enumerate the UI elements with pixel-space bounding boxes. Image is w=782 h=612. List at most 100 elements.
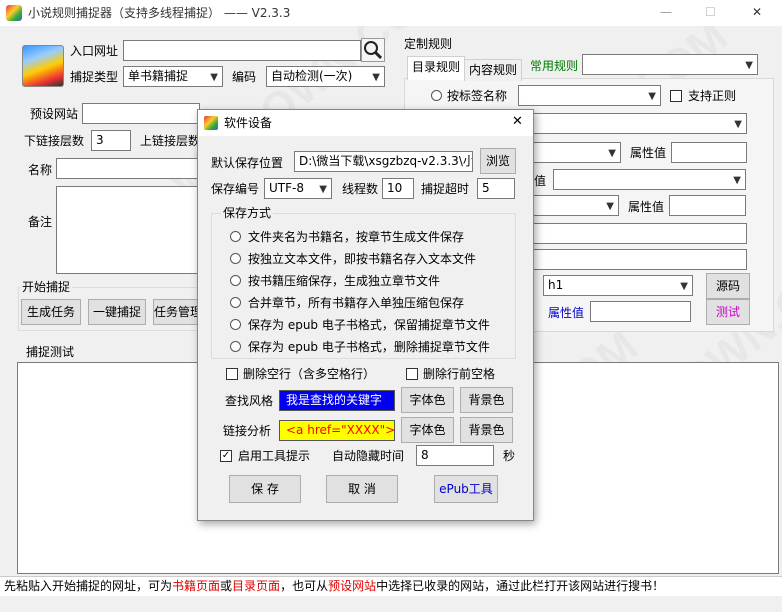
attr-value-input-3[interactable]	[590, 301, 691, 322]
h1-select[interactable]: h1 ▼	[543, 275, 693, 296]
rule-select-3[interactable]: ▼	[553, 169, 746, 190]
save-path-label: 默认保存位置	[211, 156, 284, 170]
browse-button[interactable]: 浏览	[480, 148, 516, 174]
rule-select-4[interactable]: ▼	[526, 195, 619, 216]
tag-name-label: 按标签名称	[447, 89, 508, 103]
chevron-down-icon: ▼	[210, 72, 218, 83]
save-mode-radio-5[interactable]	[230, 319, 241, 330]
tag-name-select[interactable]: ▼	[518, 85, 661, 106]
search-button[interactable]	[361, 38, 385, 62]
common-rules-select[interactable]: ▼	[582, 54, 758, 75]
rule-select-2[interactable]: ▼	[526, 142, 621, 163]
save-mode-option-5: 保存为 epub 电子书格式，保留捕捉章节文件	[248, 318, 490, 332]
dialog-title: 软件设备	[224, 116, 273, 130]
preset-site-input[interactable]	[82, 103, 200, 124]
save-mode-radio-2[interactable]	[230, 253, 241, 264]
delete-blank-lines-label: 删除空行（含多空格行）	[243, 367, 376, 381]
task-manager-button[interactable]: 任务管理	[153, 299, 203, 325]
attr-value-input-1[interactable]	[671, 142, 747, 163]
find-font-color-button[interactable]: 字体色	[401, 387, 454, 413]
tooltip-checkbox[interactable]: ✓	[220, 450, 232, 462]
down-depth-input[interactable]: 3	[91, 130, 131, 151]
regex-checkbox[interactable]	[670, 90, 682, 102]
attr-value-label-3: 属性值	[548, 306, 585, 320]
chevron-down-icon: ▼	[648, 91, 656, 102]
save-mode-option-4: 合并章节，所有书籍存入单独压缩包保存	[248, 296, 465, 310]
find-bg-color-button[interactable]: 背景色	[460, 387, 513, 413]
settings-dialog: 软件设备 ✕ 默认保存位置 D:\微当下载\xsgzbzq-v2.3.3\小说 …	[197, 109, 534, 521]
save-encoding-value: UTF-8	[269, 181, 304, 195]
regex-label: 支持正则	[688, 89, 737, 103]
chevron-down-icon: ▼	[606, 201, 614, 212]
save-button[interactable]: 保 存	[229, 475, 301, 503]
save-mode-radio-6[interactable]	[230, 341, 241, 352]
epub-tool-button[interactable]: ePub工具	[434, 475, 498, 503]
status-bar: 先粘贴入开始捕捉的网址，可为书籍页面或目录页面，也可从预设网站中选择已收录的网站…	[0, 576, 782, 596]
save-mode-radio-1[interactable]	[230, 231, 241, 242]
chevron-down-icon: ▼	[372, 72, 380, 83]
link-analysis-label: 链接分析	[223, 424, 272, 438]
rule-input-6[interactable]	[526, 249, 747, 270]
tab-common-rules[interactable]: 常用规则	[530, 59, 578, 73]
link-font-color-button[interactable]: 字体色	[401, 417, 454, 443]
auto-hide-input[interactable]: 8	[416, 445, 494, 466]
url-input[interactable]	[123, 40, 361, 61]
tag-name-radio[interactable]	[431, 90, 442, 101]
search-icon	[364, 41, 383, 60]
note-textarea[interactable]	[56, 186, 200, 274]
app-icon	[6, 5, 22, 21]
chevron-down-icon: ▼	[319, 184, 327, 195]
delete-blank-lines-checkbox[interactable]	[226, 368, 238, 380]
status-link-catalog-page[interactable]: 目录页面	[232, 579, 280, 593]
attr-value-label-2: 属性值	[628, 200, 665, 214]
save-path-input[interactable]: D:\微当下载\xsgzbzq-v2.3.3\小说	[294, 151, 473, 172]
source-code-button[interactable]: 源码	[706, 273, 750, 299]
encoding-select[interactable]: 自动检测(一次) ▼	[266, 66, 385, 87]
preset-site-label: 预设网站	[30, 107, 79, 121]
chevron-down-icon: ▼	[608, 148, 616, 159]
tab-catalog-rules[interactable]: 目录规则	[407, 56, 466, 80]
rule-input-5[interactable]	[526, 223, 747, 244]
threads-input[interactable]: 10	[382, 178, 414, 199]
find-style-sample: 我是查找的关键字	[279, 390, 395, 411]
delete-leading-spaces-checkbox[interactable]	[406, 368, 418, 380]
cancel-button[interactable]: 取 消	[326, 475, 398, 503]
chevron-down-icon: ▼	[734, 119, 742, 130]
encoding-label: 编码	[232, 70, 257, 84]
rules-group-title: 定制规则	[402, 37, 455, 51]
down-depth-label: 下链接层数	[24, 134, 85, 148]
save-mode-radio-4[interactable]	[230, 297, 241, 308]
timeout-label: 捕捉超时	[421, 182, 470, 196]
link-bg-color-button[interactable]: 背景色	[460, 417, 513, 443]
rule-select-1[interactable]: ▼	[526, 113, 747, 134]
threads-label: 线程数	[342, 182, 379, 196]
close-button[interactable]: ✕	[752, 5, 762, 19]
dialog-title-bar: 软件设备 ✕	[198, 110, 533, 136]
maximize-button[interactable]: ☐	[705, 5, 716, 19]
save-mode-title: 保存方式	[221, 206, 274, 220]
save-encoding-select[interactable]: UTF-8 ▼	[264, 178, 332, 199]
link-analysis-sample: <a href="XXXX">	[279, 420, 395, 441]
capture-type-label: 捕捉类型	[70, 70, 119, 84]
find-style-label: 查找风格	[225, 394, 274, 408]
generate-task-button[interactable]: 生成任务	[21, 299, 81, 325]
minimize-button[interactable]: —	[660, 5, 672, 19]
dialog-close-button[interactable]: ✕	[512, 115, 523, 129]
save-mode-option-3: 按书籍压缩保存，生成独立章节文件	[248, 274, 441, 288]
attr-value-label-1: 属性值	[630, 146, 667, 160]
one-click-capture-button[interactable]: 一键捕捉	[88, 299, 146, 325]
status-link-book-page[interactable]: 书籍页面	[172, 579, 220, 593]
tab-content-rules[interactable]: 内容规则	[464, 59, 523, 81]
attr-value-input-2[interactable]	[669, 195, 746, 216]
timeout-input[interactable]: 5	[477, 178, 515, 199]
save-mode-radio-3[interactable]	[230, 275, 241, 286]
encoding-value: 自动检测(一次)	[271, 69, 353, 83]
seconds-label: 秒	[503, 449, 516, 463]
window-title: 小说规则捕捉器（支持多线程捕捉） —— V2.3.3	[28, 6, 291, 20]
auto-hide-label: 自动隐藏时间	[332, 449, 405, 463]
name-input[interactable]	[56, 158, 200, 179]
capture-type-select[interactable]: 单书籍捕捉 ▼	[123, 66, 223, 87]
chevron-down-icon: ▼	[733, 175, 741, 186]
test-button[interactable]: 测试	[706, 299, 750, 325]
status-link-preset-site[interactable]: 预设网站	[328, 579, 376, 593]
